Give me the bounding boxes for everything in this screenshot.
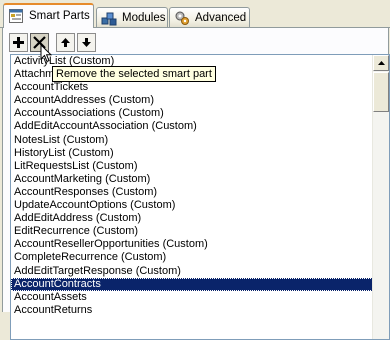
- tab-bar: Smart Parts Modules Advanced: [0, 0, 390, 29]
- scroll-up-button[interactable]: [373, 55, 389, 71]
- tab-advanced[interactable]: Advanced: [169, 7, 250, 27]
- tab-smart-parts[interactable]: Smart Parts: [3, 3, 94, 28]
- plus-icon: [13, 36, 24, 48]
- toolbar: [9, 32, 107, 52]
- list-item[interactable]: AddEditTargetResponse (Custom): [11, 265, 373, 278]
- smart-parts-icon: [9, 8, 23, 23]
- tab-label: Advanced: [195, 11, 247, 24]
- list-item[interactable]: AddEditAddress (Custom): [11, 212, 373, 225]
- list-item[interactable]: AccountContracts: [11, 277, 373, 291]
- list-item[interactable]: LitRequestsList (Custom): [11, 160, 373, 173]
- list-rows: ActivityList (Custom)AttachmentList (Cus…: [11, 55, 373, 317]
- list-item[interactable]: AccountAssociations (Custom): [11, 107, 373, 120]
- move-down-button[interactable]: [77, 32, 96, 52]
- add-button[interactable]: [9, 32, 28, 52]
- vertical-scrollbar[interactable]: [372, 55, 389, 339]
- tab-modules[interactable]: Modules: [96, 7, 168, 27]
- scroll-up-arrow-icon: [377, 61, 385, 65]
- list-item[interactable]: EditRecurrence (Custom): [11, 225, 373, 238]
- list-item[interactable]: AccountMarketing (Custom): [11, 173, 373, 186]
- list-item[interactable]: UpdateAccountOptions (Custom): [11, 199, 373, 212]
- arrow-down-icon: [82, 37, 91, 47]
- smart-parts-list[interactable]: ActivityList (Custom)AttachmentList (Cus…: [10, 54, 390, 340]
- list-item[interactable]: HistoryList (Custom): [11, 147, 373, 160]
- list-item[interactable]: AccountAssets: [11, 291, 373, 304]
- list-item[interactable]: AccountTickets: [11, 81, 373, 94]
- advanced-icon: [175, 11, 189, 25]
- tooltip: Remove the selected smart part: [52, 66, 216, 82]
- list-item[interactable]: CompleteRecurrence (Custom): [11, 251, 373, 264]
- list-item[interactable]: AccountResponses (Custom): [11, 186, 373, 199]
- list-item[interactable]: AccountResellerOpportunities (Custom): [11, 238, 373, 251]
- list-item[interactable]: NotesList (Custom): [11, 134, 373, 147]
- tab-label: Smart Parts: [29, 9, 90, 22]
- list-item[interactable]: AddEditAccountAssociation (Custom): [11, 120, 373, 133]
- list-item[interactable]: AccountAddresses (Custom): [11, 94, 373, 107]
- scrollbar-thumb[interactable]: [373, 72, 389, 112]
- tab-label: Modules: [122, 11, 166, 24]
- mouse-cursor-icon: [40, 44, 52, 63]
- list-item[interactable]: AccountReturns: [11, 304, 373, 317]
- arrow-up-icon: [61, 37, 70, 47]
- modules-icon: [101, 12, 117, 25]
- move-up-button[interactable]: [56, 32, 75, 52]
